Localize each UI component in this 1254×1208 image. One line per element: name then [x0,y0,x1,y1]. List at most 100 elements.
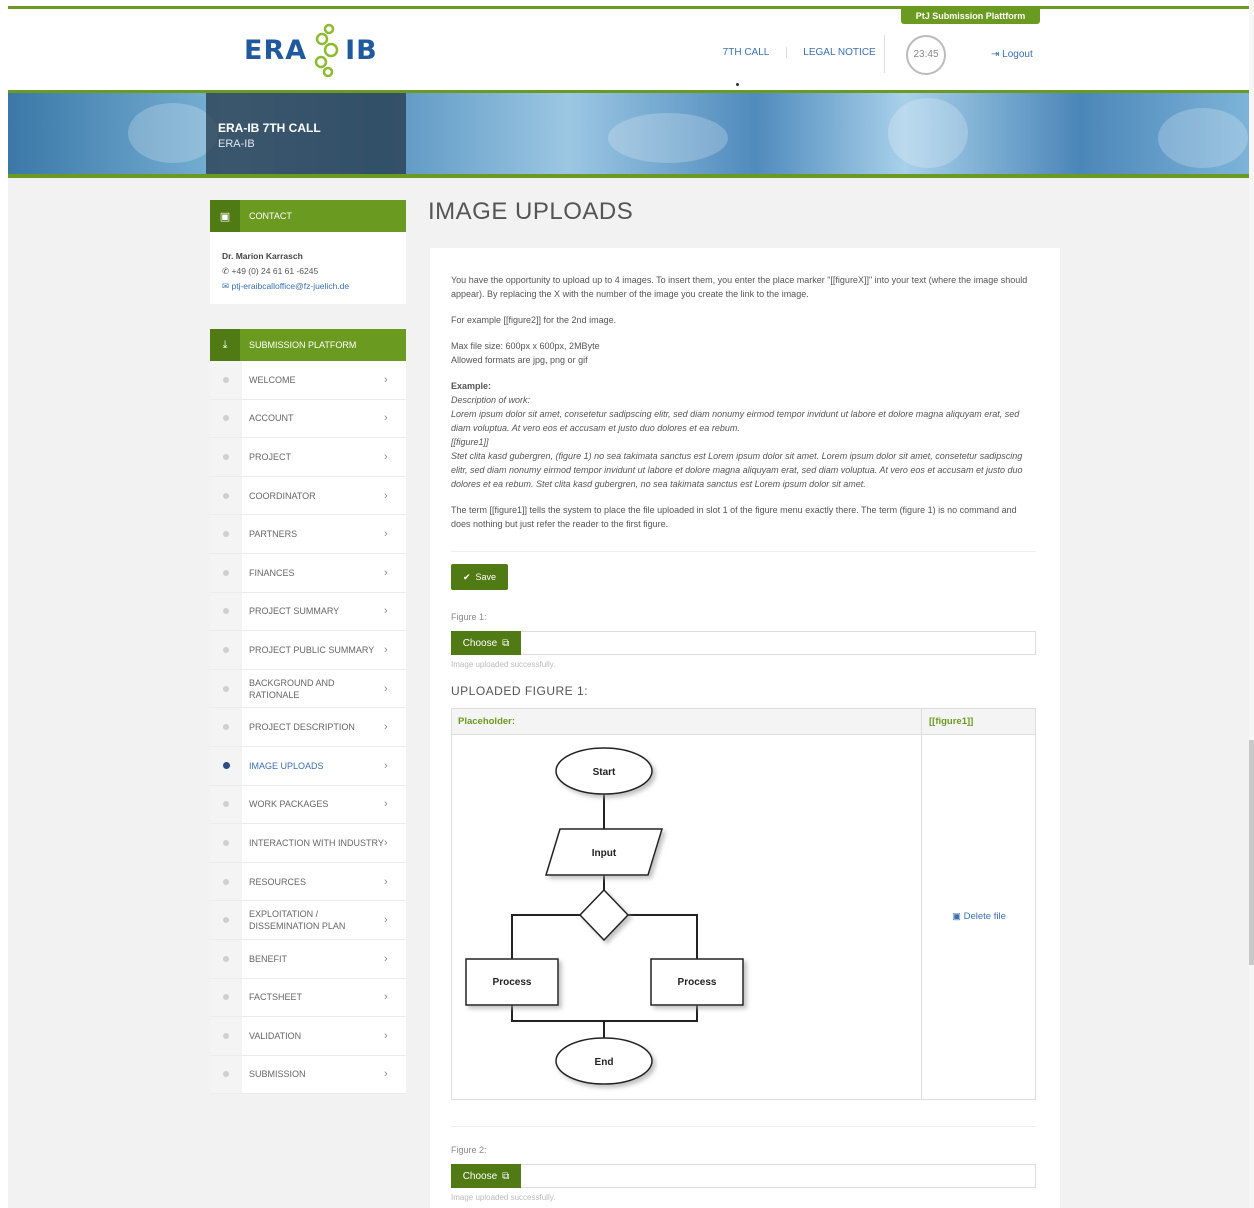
sidebar-item[interactable]: SUBMISSION › [210,1055,406,1095]
banner-subtitle: ERA-IB [218,138,255,150]
chevron-right-icon: › [384,914,388,927]
upload-icon: ⤓ [210,329,240,361]
sidebar-item-label: IMAGE UPLOADS [249,760,324,771]
logo-text-left: ERA [244,34,308,66]
logout-link[interactable]: ⇥ Logout [991,49,1033,60]
check-icon: ✔ [462,571,471,582]
chevron-right-icon: › [384,1029,388,1042]
sidebar-item[interactable]: PARTNERS › [210,515,406,554]
intro-example: For example [[figure2]] for the 2nd imag… [451,315,617,325]
allowed-formats: Allowed formats are jpg, png or gif [451,355,588,365]
sidebar-item-label: PARTNERS [249,529,298,540]
banner-title-box: ERA-IB 7TH CALL ERA-IB [206,93,406,178]
contact-phone: +49 (0) 24 61 61 -6245 [231,266,319,276]
sidebar-item[interactable]: WORK PACKAGES › [210,785,406,825]
scrollbar[interactable] [1249,0,1254,1208]
logo-text-right: IB [345,34,378,66]
figure1-choose-button[interactable]: Choose ⧉ [451,631,521,655]
bullet-icon [210,1055,242,1094]
contact-name: Dr. Marion Karrasch [222,251,303,261]
chevron-right-icon: › [384,605,388,618]
term-note: The term [[figure1]] tells the system to… [451,505,1017,529]
flow-decision [578,888,630,942]
logout-icon: ⇥ [991,49,1000,60]
figure2-label: Figure 2: [451,1145,487,1155]
sidebar-item[interactable]: ACCOUNT › [210,399,406,439]
banner-title: ERA-IB 7TH CALL [218,121,321,135]
sidebar-item-label: COORDINATOR [249,490,316,501]
chevron-right-icon: › [384,991,388,1004]
figure1-label: Figure 1: [451,612,487,622]
bullet-icon [210,631,242,669]
sidebar-item[interactable]: RESOURCES › [210,862,406,902]
example-desc: Description of work: [451,395,531,405]
sidebar-item[interactable]: FACTSHEET › [210,978,406,1018]
figure2-choose-button[interactable]: Choose ⧉ [451,1164,521,1188]
save-button[interactable]: ✔ Save [451,564,508,590]
uploaded-figure-image: Start Input Process Process End [465,747,744,1085]
sidebar-item[interactable]: PROJECT SUMMARY › [210,592,406,632]
platform-tab[interactable]: PtJ Submission Plattform [901,9,1040,24]
sidebar-item-label: FINANCES [249,567,295,578]
sidebar-item[interactable]: INTERACTION WITH INDUSTRY › [210,824,406,863]
logout-label: Logout [1002,49,1033,60]
sidebar-item-label: BACKGROUND AND RATIONALE [249,677,335,700]
sidebar-item[interactable]: BENEFIT › [210,939,406,979]
dna-logo-icon [314,23,339,77]
chevron-right-icon: › [384,643,388,656]
sidebar-item[interactable]: VALIDATION › [210,1017,406,1056]
sidebar-item[interactable]: FINANCES › [210,553,406,593]
contact-heading: CONTACT [249,211,292,221]
site-header: ERA IB PtJ Submission Plattform 7TH CALL… [8,9,1254,94]
example-title: Example: [451,381,492,391]
choose-label: Choose [462,1170,498,1182]
sidebar-item-label: EXPLOITATION / DISSEMINATION PLAN [249,909,346,932]
chevron-right-icon: › [384,373,388,386]
sidebar-item-label: PROJECT PUBLIC SUMMARY [249,644,375,655]
delete-label: Delete file [963,911,1006,922]
sidebar-item-label: BENEFIT [249,953,288,964]
example-block: Example: Description of work: Lorem ipsu… [451,379,1036,491]
bullet-icon [210,785,242,824]
nav-legal-notice[interactable]: LEGAL NOTICE [786,47,892,58]
uploaded-figure-table: Placeholder: [[figure1]] Start Input Pro… [451,708,1036,1100]
sidebar-item[interactable]: WELCOME › [210,361,406,400]
copy-icon: ⧉ [502,1170,510,1182]
sidebar-item[interactable]: COORDINATOR › [210,476,406,516]
bullet-icon [210,399,242,438]
sidebar-item-label: SUBMISSION [249,1069,306,1080]
sidebar-item[interactable]: BACKGROUND AND RATIONALE › [210,669,406,709]
figure1-file-input[interactable]: Choose ⧉ [451,631,1036,655]
delete-file-link[interactable]: ▣ Delete file [952,911,1006,922]
bullet-icon [210,515,242,553]
bullet-icon [210,901,242,939]
placeholder-label: Placeholder: [458,716,516,727]
sidebar-item[interactable]: PROJECT DESCRIPTION › [210,708,406,747]
sidebar-item[interactable]: PROJECT PUBLIC SUMMARY › [210,631,406,670]
submission-menu: WELCOME › ACCOUNT › PROJECT › COORDINATOR › PART… [210,361,406,1095]
contact-phone-row: ✆ +49 (0) 24 61 61 -6245 [222,264,406,279]
chevron-right-icon: › [384,721,388,734]
figure2-upload-status: Image uploaded successfully. [451,1193,556,1202]
chevron-right-icon: › [384,875,388,888]
bullet-icon [210,978,242,1017]
contact-email[interactable]: ptj-eraibcalloffice@fz-juelich.de [232,281,350,291]
contact-email-row[interactable]: ✉ ptj-eraibcalloffice@fz-juelich.de [222,279,406,294]
intro-text: You have the opportunity to upload up to… [451,273,1036,543]
sidebar-item[interactable]: IMAGE UPLOADS › [210,746,406,786]
phone-icon: ✆ [222,266,230,276]
sidebar-item-label: INTERACTION WITH INDUSTRY [249,837,384,848]
nav-7th-call[interactable]: 7TH CALL [708,47,784,58]
flow-start-label: Start [593,767,616,778]
sidebar-item-label: WORK PACKAGES [249,799,329,810]
era-ib-logo[interactable]: ERA IB [244,23,378,77]
submission-header: ⤓ SUBMISSION PLATFORM [210,329,406,361]
choose-label: Choose [462,637,498,649]
figure2-file-input[interactable]: Choose ⧉ [451,1164,1036,1188]
bullet-icon [210,438,242,476]
chevron-right-icon: › [384,682,388,695]
sidebar-item-label: VALIDATION [249,1030,302,1041]
sidebar-item[interactable]: EXPLOITATION / DISSEMINATION PLAN › [210,901,406,940]
sidebar-item[interactable]: PROJECT › [210,438,406,477]
scrollbar-thumb[interactable] [1249,740,1254,965]
